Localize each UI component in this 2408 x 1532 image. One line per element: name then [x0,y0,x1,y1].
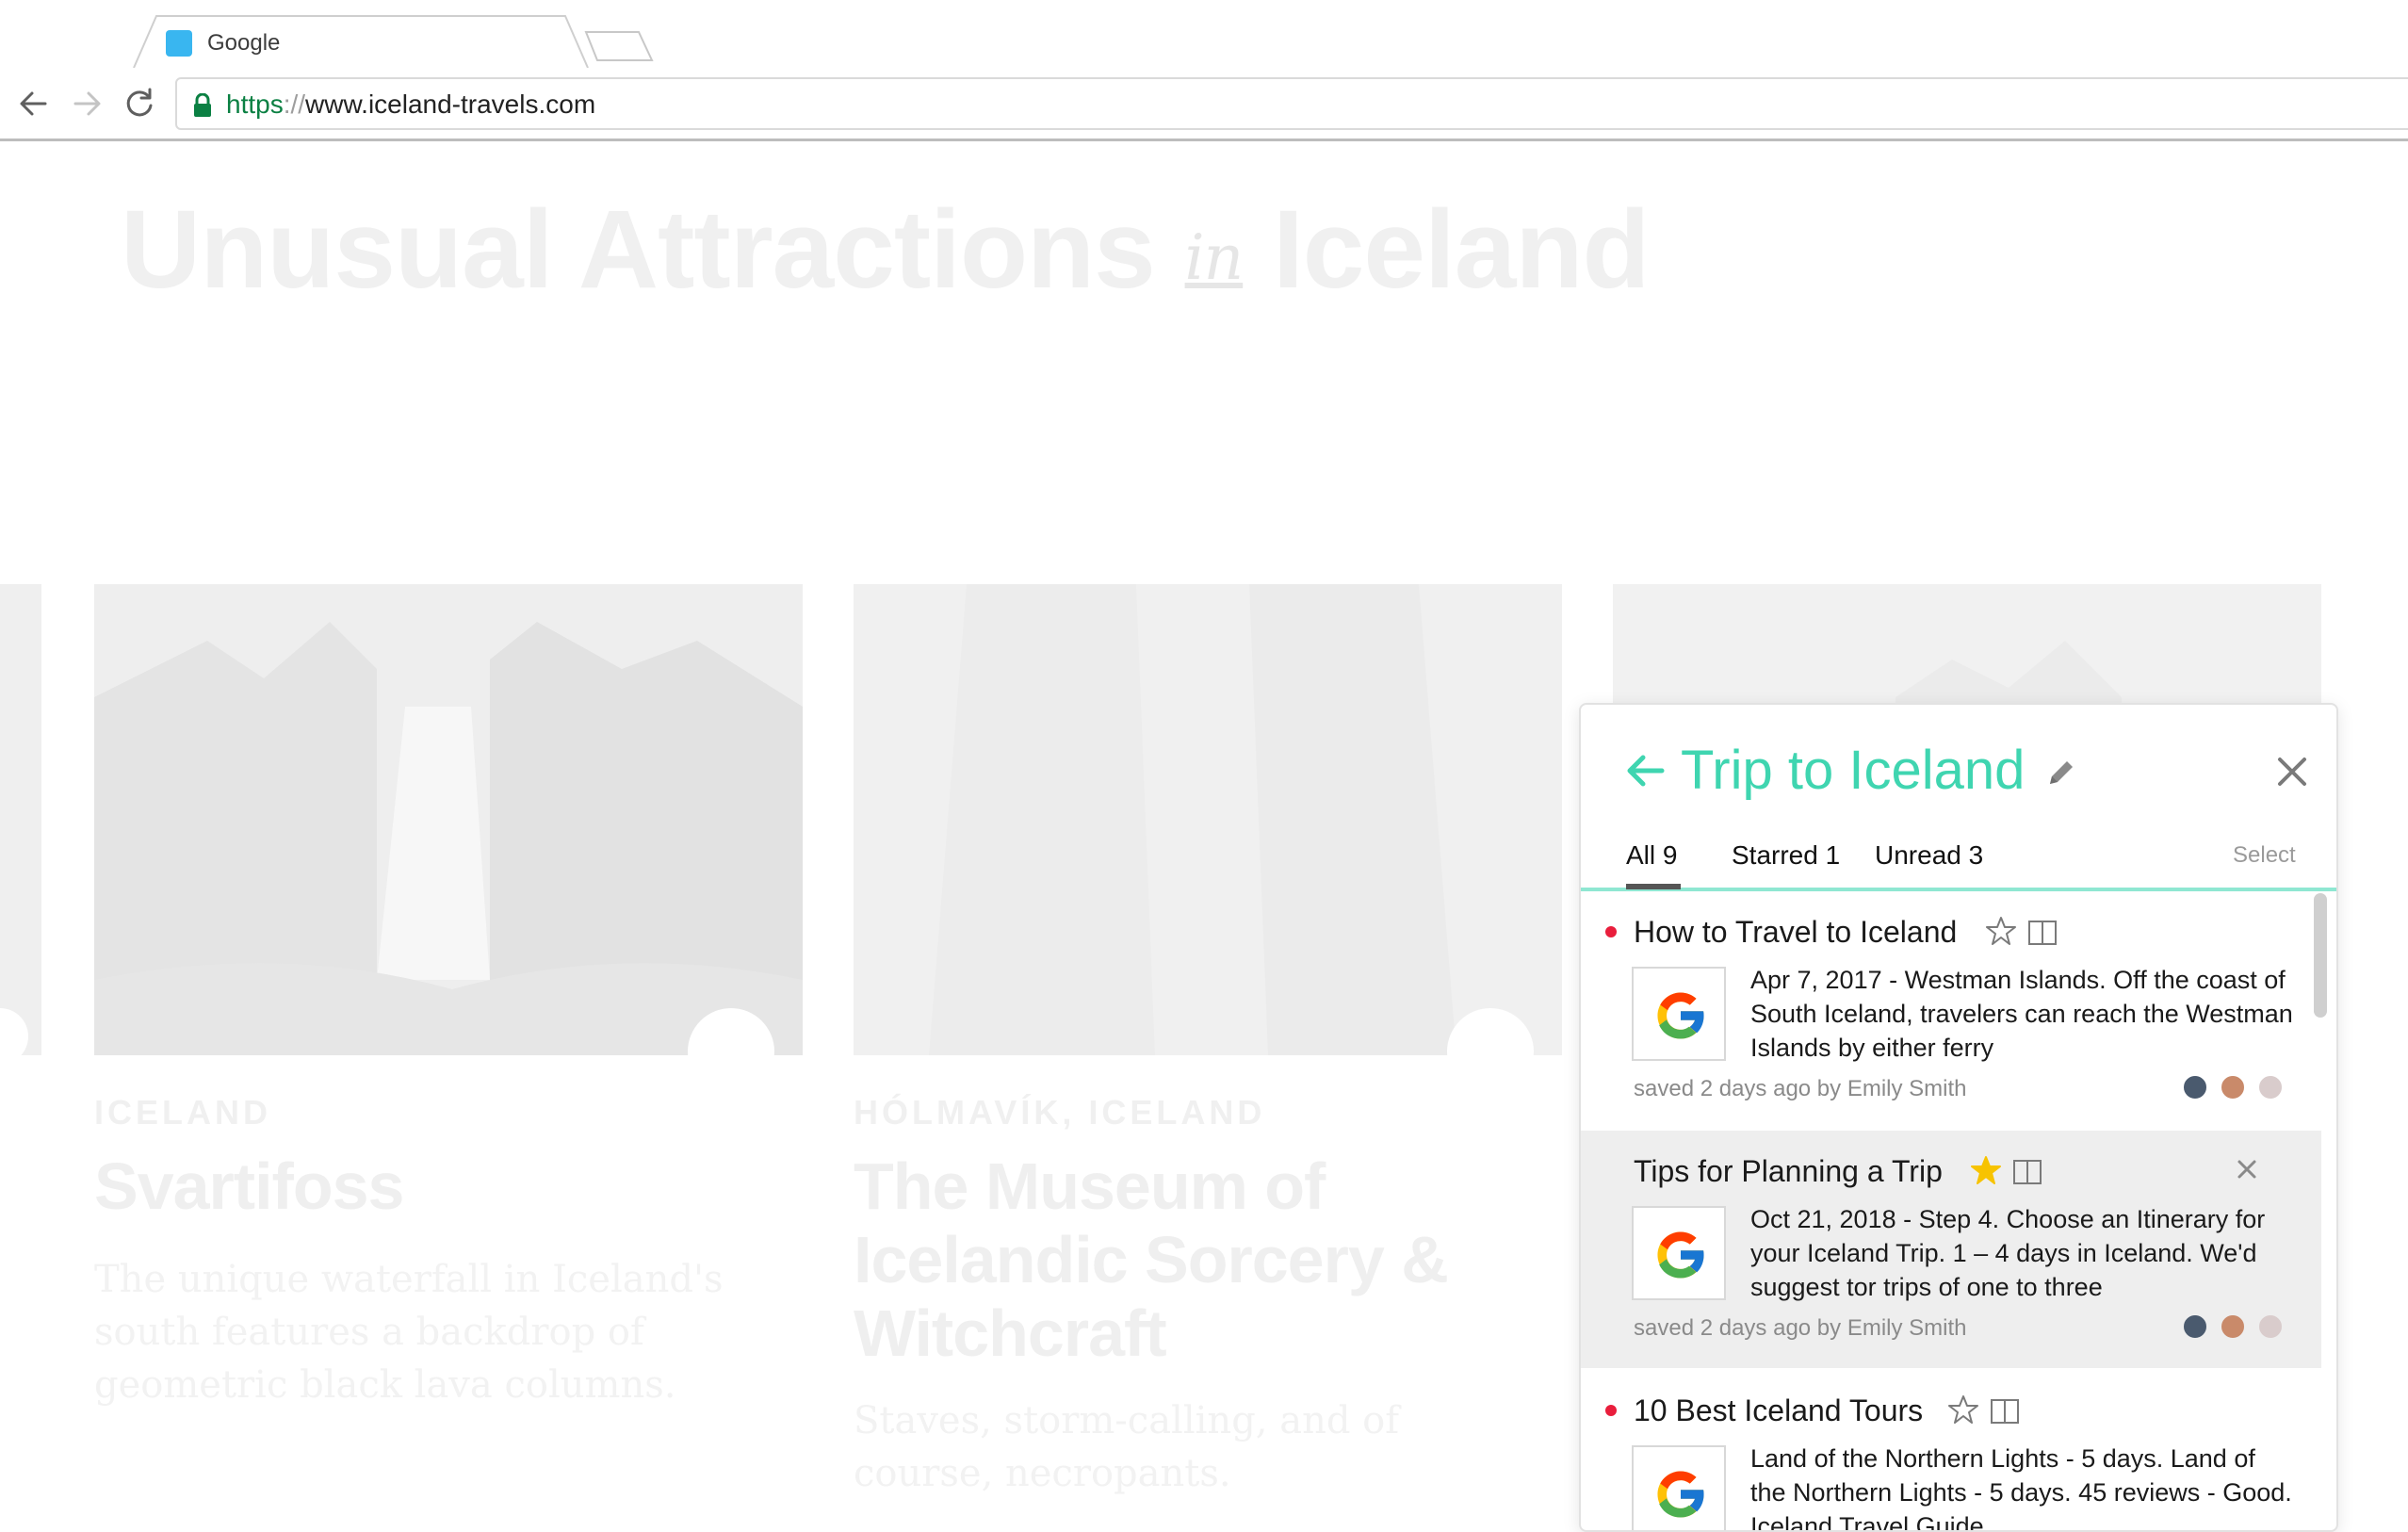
page-title: Unusual Attractions in Iceland [121,179,1651,329]
card-badge [688,1008,774,1095]
close-icon [2237,1160,2256,1179]
avatar [2220,1074,2246,1100]
back-button[interactable] [1622,750,1668,791]
arrow-left-icon [20,91,47,116]
star-outline-icon[interactable] [1986,917,2016,945]
collection-panel: Trip to Iceland All 9 Starred 1 Unread 3… [1579,703,2338,1532]
item-snippet: Oct 21, 2018 - Step 4. Choose an Itinera… [1750,1205,2266,1301]
collection-title: Trip to Iceland [1681,740,2026,801]
close-button[interactable] [2274,754,2310,790]
card-image-partial[interactable] [0,584,41,1055]
unread-dot [1605,926,1617,937]
arrow-left-icon [1627,755,1665,787]
page-title-right: Iceland [1272,187,1651,312]
item-title[interactable]: How to Travel to Iceland [1634,912,1957,952]
scrollbar[interactable] [2314,893,2327,1018]
tab-favicon-icon [166,30,192,57]
browser-chrome: Google https://www.iceland-travels.com [0,0,2408,141]
google-favicon-icon [1632,1206,1726,1300]
avatar [2257,1074,2284,1100]
google-favicon-icon [1632,967,1726,1061]
card-badge [1447,1008,1534,1095]
list-item[interactable]: How to Travel to Iceland Apr 7, 2017 - W… [1581,891,2321,1129]
book-icon[interactable] [1991,1399,2019,1424]
avatar [2182,1313,2208,1340]
edit-title-button[interactable] [2044,756,2078,790]
tab-title: Google [207,30,281,56]
item-snippet: Apr 7, 2017 - Westman Islands. Off the c… [1750,966,2293,1062]
url-separator: :// [283,90,306,119]
lock-icon [194,93,211,117]
pencil-icon [2050,761,2073,784]
museum-image[interactable] [854,584,1562,1055]
page-title-in: in [1184,220,1245,294]
book-icon[interactable] [2013,1160,2042,1184]
item-actions [1948,1394,2024,1426]
filter-tabs: All 9 Starred 1 Unread 3 Select [1581,837,2336,891]
book-icon[interactable] [2028,921,2057,945]
tab-unread[interactable]: Unread 3 [1875,839,1983,872]
item-meta: saved 2 days ago by Emily Smith [1634,1076,1967,1101]
svartifoss-image[interactable] [94,584,803,1055]
browser-tab[interactable] [132,15,594,68]
card-title[interactable]: Svartifoss [94,1149,791,1223]
google-favicon-icon [1632,1445,1726,1530]
reload-button[interactable] [119,83,160,124]
item-actions [1971,1155,2046,1187]
forward-button[interactable] [66,83,107,124]
avatar [2257,1313,2284,1340]
avatar [2182,1074,2208,1100]
card-description: Staves, storm-calling, and of course, ne… [854,1399,1400,1495]
star-filled-icon[interactable] [1971,1156,2001,1184]
new-tab-button[interactable] [584,30,654,62]
page-title-left: Unusual Attractions [121,187,1156,312]
list-item[interactable]: 10 Best Iceland Tours Land of the Northe… [1581,1370,2321,1530]
collaborator-avatars [2180,1310,2293,1344]
url-text[interactable]: https://www.iceland-travels.com [226,87,595,122]
tab-all[interactable]: All 9 [1626,839,1677,872]
item-title[interactable]: Tips for Planning a Trip [1634,1151,1943,1191]
address-bar[interactable]: https://www.iceland-travels.com [175,77,2408,130]
arrow-right-icon [73,91,101,116]
avatar [2220,1313,2246,1340]
active-tab-indicator [1626,884,1681,889]
list-item[interactable]: Tips for Planning a Trip Oct 21, 2018 - … [1581,1131,2321,1368]
unread-dot [1605,1405,1617,1416]
reload-icon [126,88,153,117]
card-location: HÓLMAVÍK, ICELAND [854,1093,1266,1132]
back-button[interactable] [13,83,55,124]
url-host: www.iceland-travels.com [305,90,596,119]
collaborator-avatars [2180,1070,2293,1104]
item-meta: saved 2 days ago by Emily Smith [1634,1315,1967,1341]
url-scheme: https [226,90,284,119]
card-description: The unique waterfall in Iceland's south … [94,1258,724,1407]
card-location: ICELAND [94,1093,271,1132]
remove-item-button[interactable] [2235,1157,2259,1182]
close-icon [2278,758,2306,786]
star-outline-icon[interactable] [1948,1395,1978,1424]
item-actions [1986,916,2061,948]
tab-starred[interactable]: Starred 1 [1732,839,1840,872]
select-button[interactable]: Select [2233,840,2296,871]
item-title[interactable]: 10 Best Iceland Tours [1634,1391,1923,1430]
card-title[interactable]: The Museum of Icelandic Sorcery & Witchc… [854,1149,1532,1370]
